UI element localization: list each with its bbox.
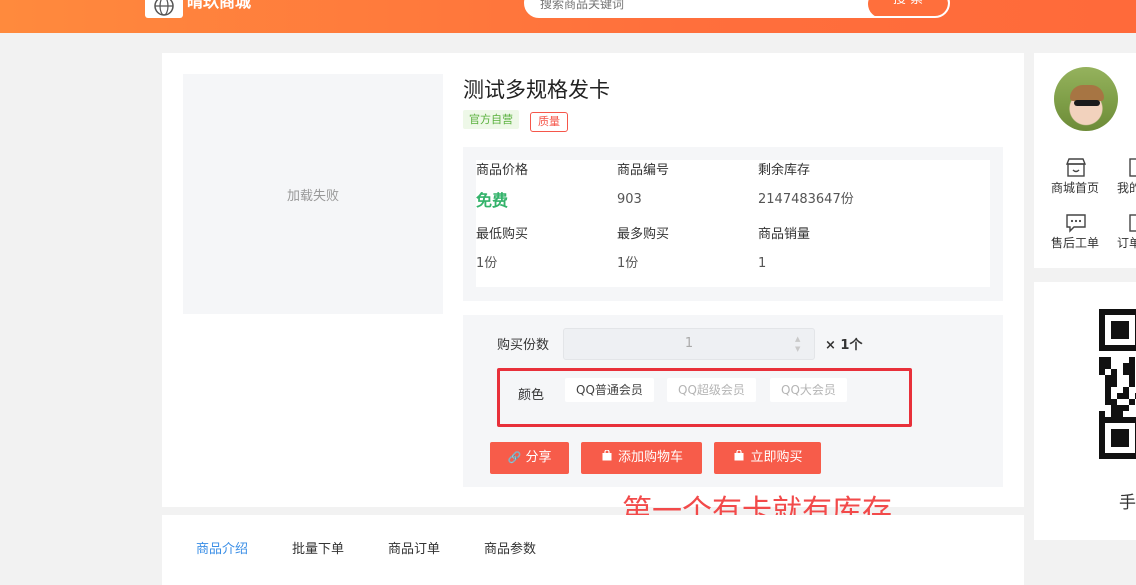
- search-button[interactable]: 搜 索: [868, 0, 948, 16]
- quality-tag: 质量: [530, 112, 568, 132]
- product-title: 测试多规格发卡: [463, 78, 610, 102]
- price-label: 商品价格: [476, 163, 529, 178]
- chevron-down-icon[interactable]: ▼: [795, 344, 803, 354]
- user-icon[interactable]: [1128, 157, 1136, 177]
- quantity-label: 购买份数: [497, 338, 550, 353]
- menu-store-home[interactable]: 商城首页: [1051, 180, 1099, 196]
- order-icon[interactable]: [1128, 213, 1136, 233]
- code-label: 商品编号: [617, 163, 670, 178]
- avatar[interactable]: [1054, 67, 1118, 131]
- chevron-up-icon[interactable]: ▲: [795, 334, 803, 344]
- price-value: 免费: [476, 191, 509, 210]
- min-purchase-label: 最低购买: [476, 227, 529, 242]
- quantity-input[interactable]: 1: [563, 328, 815, 360]
- product-info-grid: [476, 160, 990, 287]
- menu-mine[interactable]: 我的: [1117, 180, 1136, 196]
- store-icon[interactable]: [1065, 157, 1087, 177]
- menu-after-sales[interactable]: 售后工单: [1051, 235, 1099, 251]
- bag-icon: [600, 442, 614, 474]
- tab-product-intro[interactable]: 商品介绍: [196, 541, 248, 559]
- share-label: 分享: [525, 450, 552, 465]
- product-image: 加载失败: [183, 74, 443, 314]
- site-name[interactable]: 晴玖商城: [187, 0, 251, 12]
- qr-code: [1099, 309, 1136, 459]
- link-icon: 🔗: [507, 451, 522, 464]
- sales-label: 商品销量: [758, 227, 811, 242]
- code-value: 903: [617, 192, 642, 207]
- tab-product-params[interactable]: 商品参数: [484, 541, 536, 559]
- chat-icon[interactable]: [1065, 213, 1087, 233]
- max-purchase-label: 最多购买: [617, 227, 670, 242]
- quantity-unit: × 1个: [825, 338, 863, 353]
- share-button[interactable]: 🔗 分享: [490, 442, 569, 474]
- add-to-cart-button[interactable]: 添加购物车: [581, 442, 702, 474]
- tab-product-orders[interactable]: 商品订单: [388, 541, 440, 559]
- max-purchase-value: 1份: [617, 256, 639, 271]
- image-load-failed-text: 加载失败: [286, 188, 339, 204]
- quantity-stepper[interactable]: ▲ ▼: [795, 334, 803, 354]
- globe-logo-icon: [154, 0, 174, 16]
- tab-bulk-order[interactable]: 批量下单: [292, 541, 344, 559]
- option-qq-big[interactable]: QQ大会员: [770, 378, 847, 402]
- official-tag: 官方自营: [463, 110, 519, 129]
- color-label: 颜色: [518, 388, 545, 403]
- option-qq-super[interactable]: QQ超级会员: [667, 378, 756, 402]
- site-logo[interactable]: [145, 0, 183, 18]
- option-qq-regular[interactable]: QQ普通会员: [565, 378, 654, 402]
- stock-value: 2147483647份: [758, 192, 854, 207]
- buy-now-label: 立即购买: [750, 450, 803, 465]
- add-cart-label: 添加购物车: [617, 450, 683, 465]
- search-bar: 搜 索: [524, 0, 950, 18]
- buy-now-button[interactable]: 立即购买: [714, 442, 821, 474]
- search-input[interactable]: [540, 0, 840, 14]
- bag-icon: [732, 442, 746, 474]
- sales-value: 1: [758, 256, 767, 271]
- menu-orders[interactable]: 订单: [1117, 235, 1136, 251]
- stock-label: 剩余库存: [758, 163, 811, 178]
- qr-caption: 手: [1119, 493, 1136, 513]
- min-purchase-value: 1份: [476, 256, 498, 271]
